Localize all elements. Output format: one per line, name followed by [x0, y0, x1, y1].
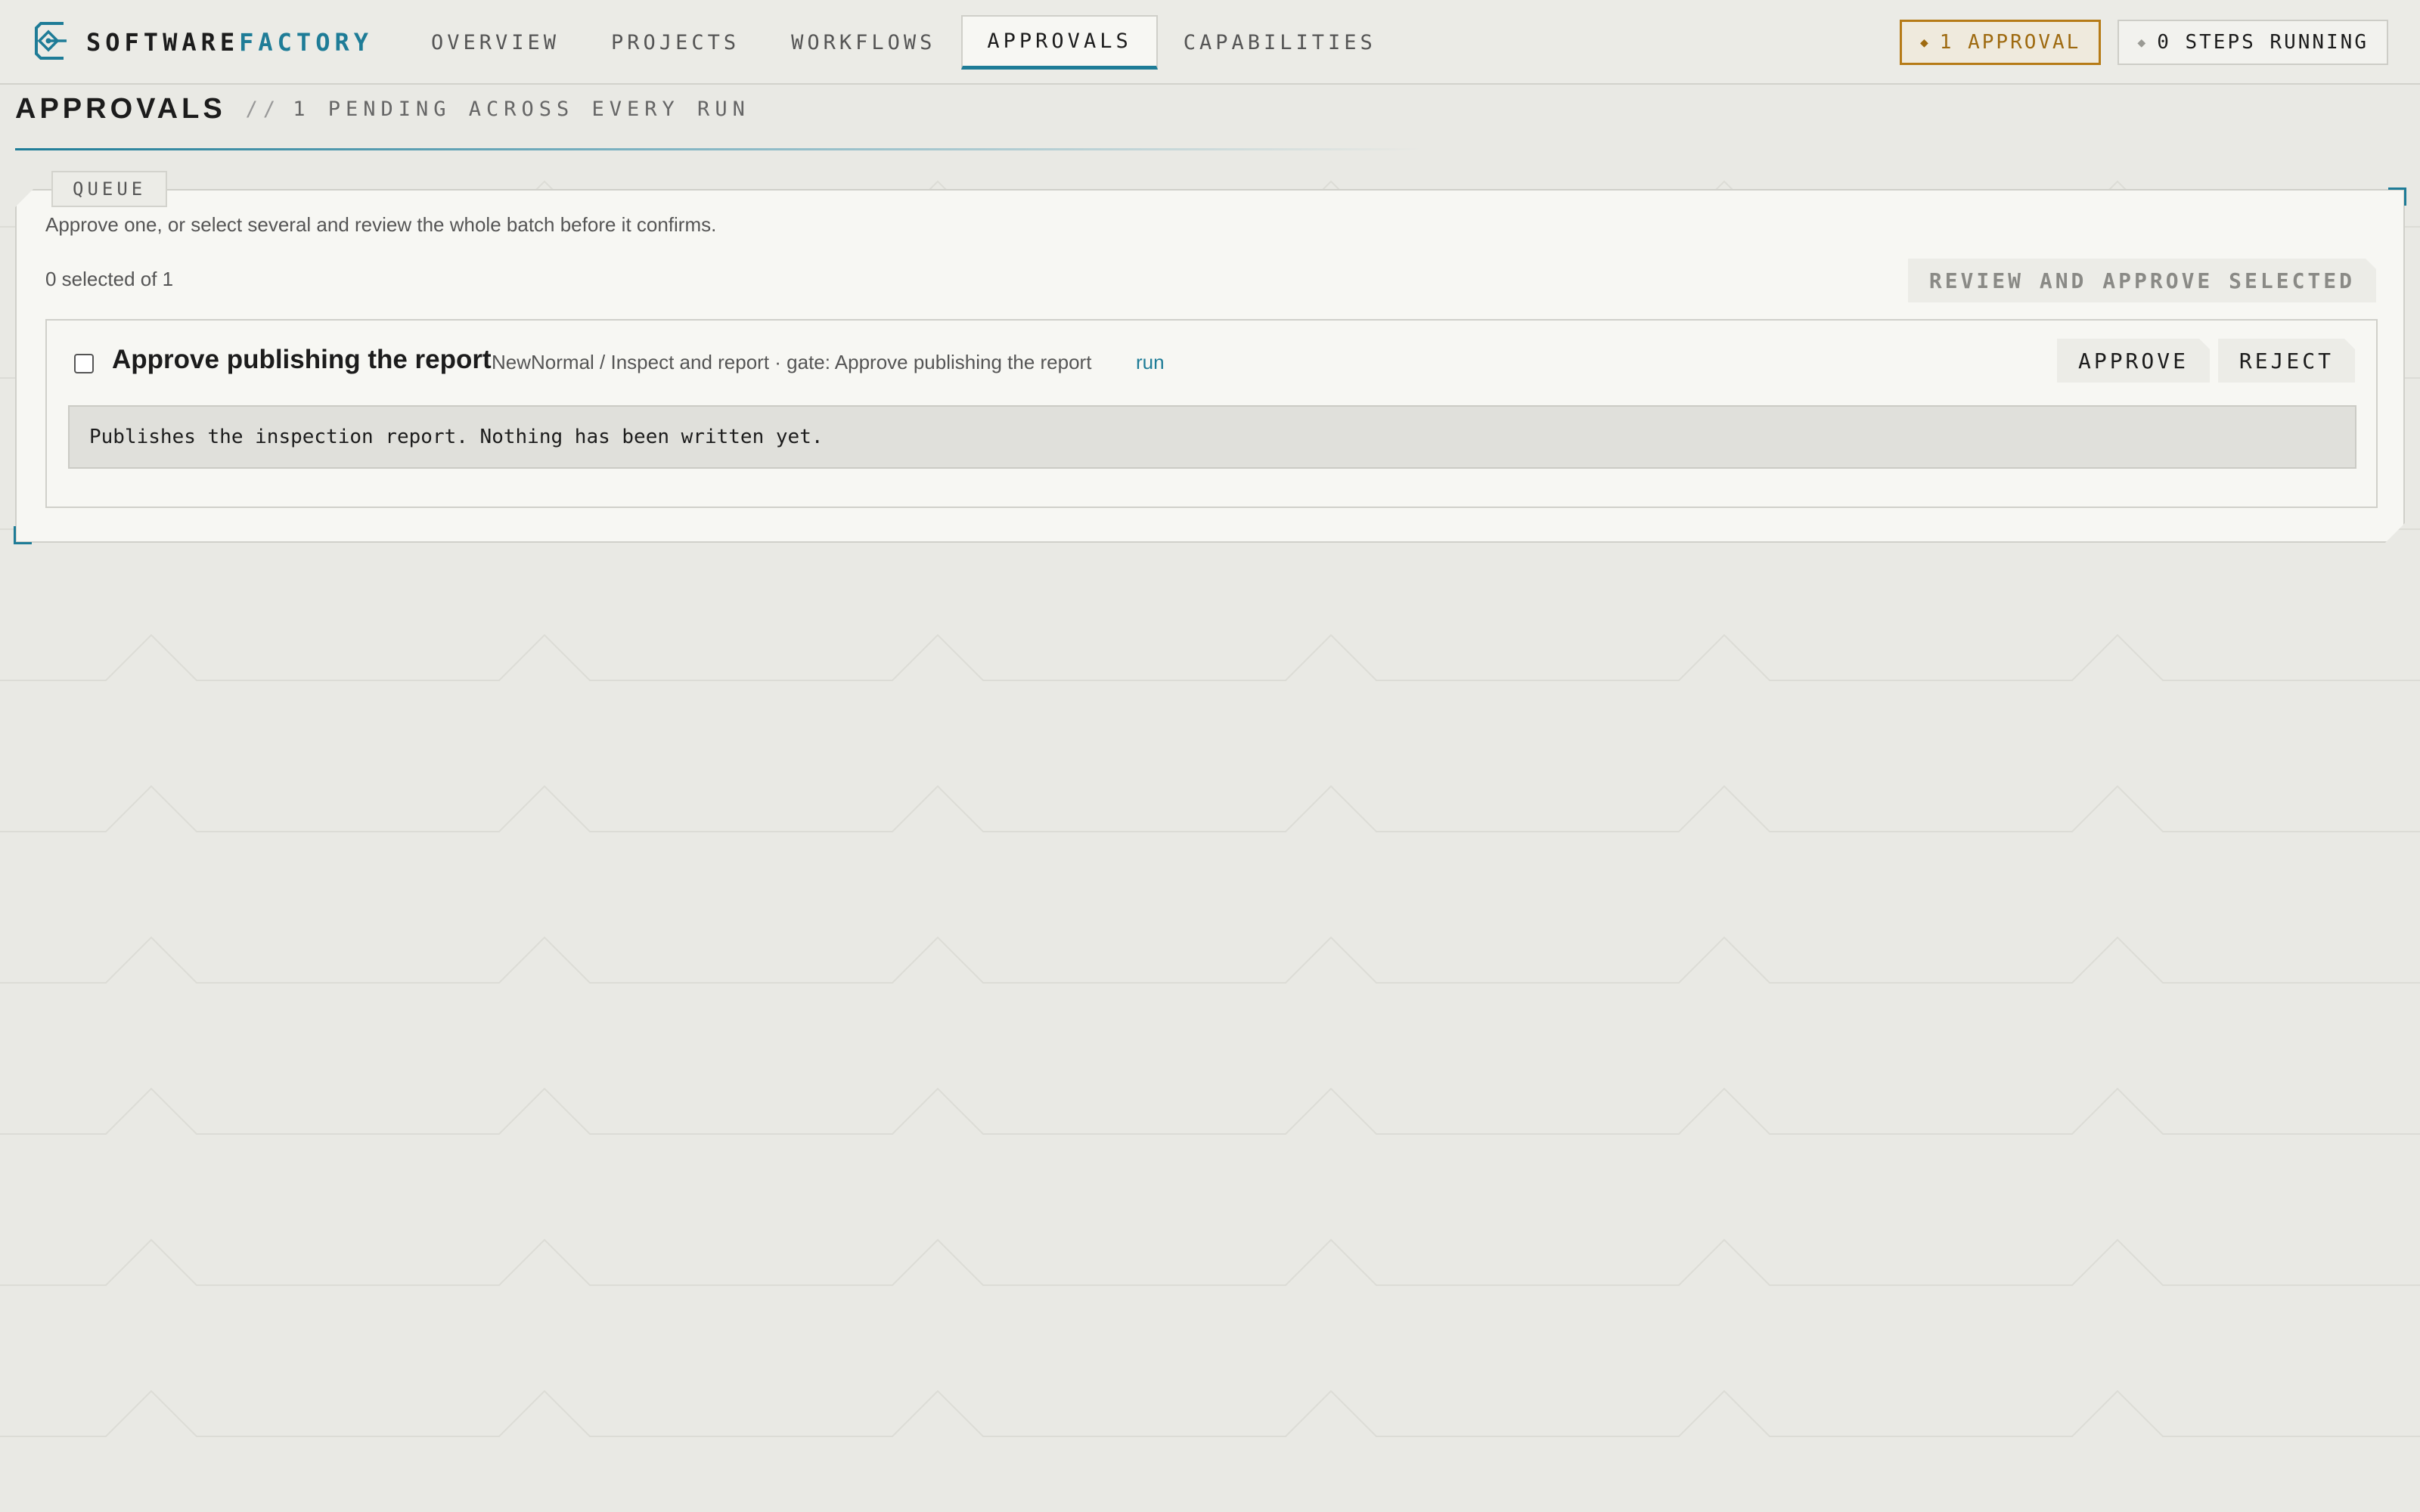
approval-count-label: 1 APPROVAL	[1939, 31, 2081, 54]
tab-capabilities[interactable]: CAPABILITIES	[1158, 15, 1402, 70]
factory-logo-icon	[33, 20, 71, 65]
tab-workflows[interactable]: WORKFLOWS	[765, 15, 961, 70]
review-and-approve-selected-button[interactable]: REVIEW AND APPROVE SELECTED	[1908, 259, 2376, 302]
background-zigzag-line	[0, 634, 2420, 681]
subtitle-prefix: //	[245, 97, 281, 121]
queue-section-tag: QUEUE	[51, 171, 168, 207]
tab-projects[interactable]: PROJECTS	[585, 15, 765, 70]
background-zigzag-line	[0, 785, 2420, 832]
queue-description: Approve one, or select several and revie…	[45, 213, 717, 236]
background-zigzag-line	[0, 1238, 2420, 1286]
brand-name-part1: SOFTWARE	[86, 28, 240, 57]
tab-approvals[interactable]: APPROVALS	[961, 15, 1158, 70]
queue-panel: Approve one, or select several and revie…	[15, 189, 2405, 543]
header-divider	[15, 148, 1422, 150]
steps-running-label: 0 STEPS RUNNING	[2157, 31, 2369, 54]
brand-name-part2: FACTORY	[239, 28, 373, 57]
selection-count: 0 selected of 1	[45, 268, 174, 290]
approval-item-checkbox[interactable]	[74, 354, 94, 373]
diamond-icon: ◆	[1919, 34, 1931, 51]
panel-corner-bracket	[14, 526, 32, 544]
page-subtitle: // 1 PENDING ACROSS EVERY RUN	[246, 98, 750, 121]
panel-corner-bracket	[2388, 187, 2406, 206]
approval-item-note: Publishes the inspection report. Nothing…	[68, 405, 2356, 469]
background-zigzag-line	[0, 1390, 2420, 1437]
background-zigzag-line	[0, 936, 2420, 984]
page-header: APPROVALS // 1 PENDING ACROSS EVERY RUN	[15, 89, 750, 129]
tab-overview[interactable]: OVERVIEW	[405, 15, 585, 70]
main-nav: OVERVIEW PROJECTS WORKFLOWS APPROVALS CA…	[405, 15, 1402, 70]
background-zigzag-line	[0, 1087, 2420, 1135]
approve-button[interactable]: APPROVE	[2057, 339, 2210, 383]
subtitle-text: 1 PENDING ACROSS EVERY RUN	[293, 97, 750, 121]
page-title: APPROVALS	[15, 92, 226, 125]
steps-running-badge[interactable]: ◆ 0 STEPS RUNNING	[2118, 20, 2388, 65]
diamond-icon: ◆	[2137, 34, 2149, 51]
brand-name: SOFTWAREFACTORY	[86, 28, 373, 57]
reject-button[interactable]: REJECT	[2218, 339, 2355, 383]
approval-item-meta: NewNormal / Inspect and report · gate: A…	[492, 351, 1092, 373]
approval-item-title: Approve publishing the report	[112, 345, 492, 374]
status-badges: ◆ 1 APPROVAL ◆ 0 STEPS RUNNING	[1899, 20, 2388, 65]
brand[interactable]: SOFTWAREFACTORY	[33, 21, 373, 64]
top-nav-bar: SOFTWAREFACTORY OVERVIEW PROJECTS WORKFL…	[0, 0, 2420, 85]
approval-item: Approve publishing the report NewNormal …	[45, 319, 2378, 508]
run-link[interactable]: run	[1136, 351, 1165, 374]
approval-count-badge[interactable]: ◆ 1 APPROVAL	[1899, 20, 2102, 65]
